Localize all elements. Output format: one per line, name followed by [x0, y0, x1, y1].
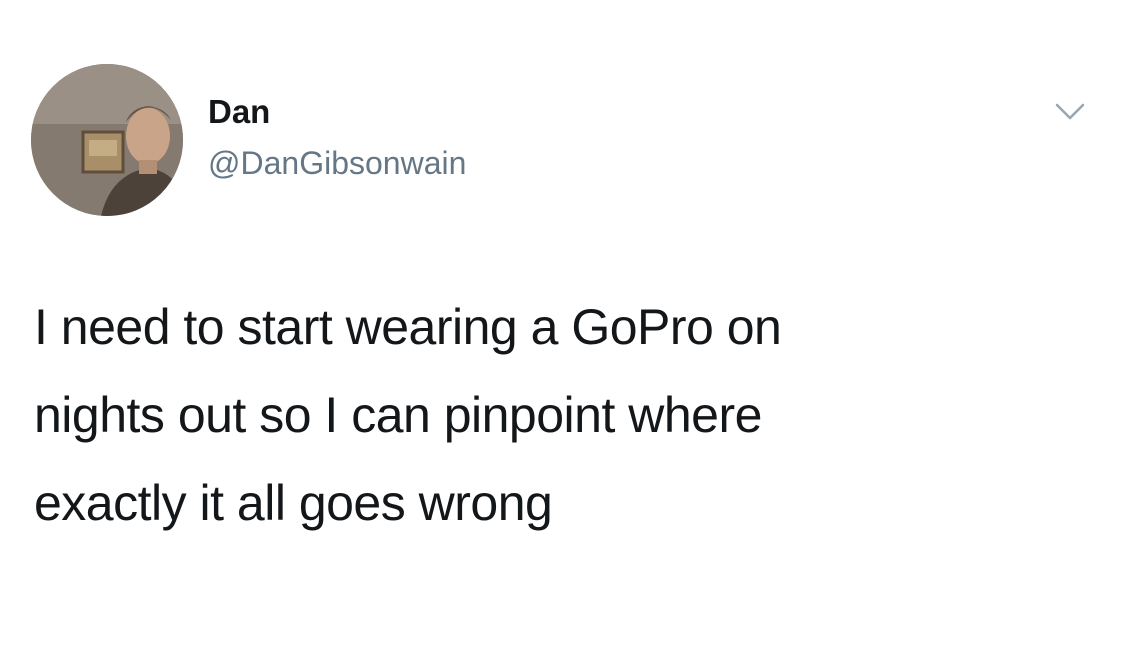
chevron-down-icon — [1055, 103, 1085, 120]
tweet-menu-button[interactable] — [1053, 100, 1087, 124]
tweet-card: Dan @DanGibsonwain I need to start weari… — [0, 0, 1128, 650]
tweet-text-line: nights out so I can pinpoint where — [34, 387, 762, 443]
avatar[interactable] — [31, 64, 183, 216]
author-block: Dan @DanGibsonwain — [208, 92, 466, 182]
author-handle[interactable]: @DanGibsonwain — [208, 144, 466, 182]
author-display-name[interactable]: Dan — [208, 92, 466, 132]
avatar-photo — [31, 64, 183, 216]
tweet-text: I need to start wearing a GoPro on night… — [34, 283, 1034, 547]
tweet-text-line: I need to start wearing a GoPro on — [34, 299, 782, 355]
tweet-text-line: exactly it all goes wrong — [34, 475, 553, 531]
